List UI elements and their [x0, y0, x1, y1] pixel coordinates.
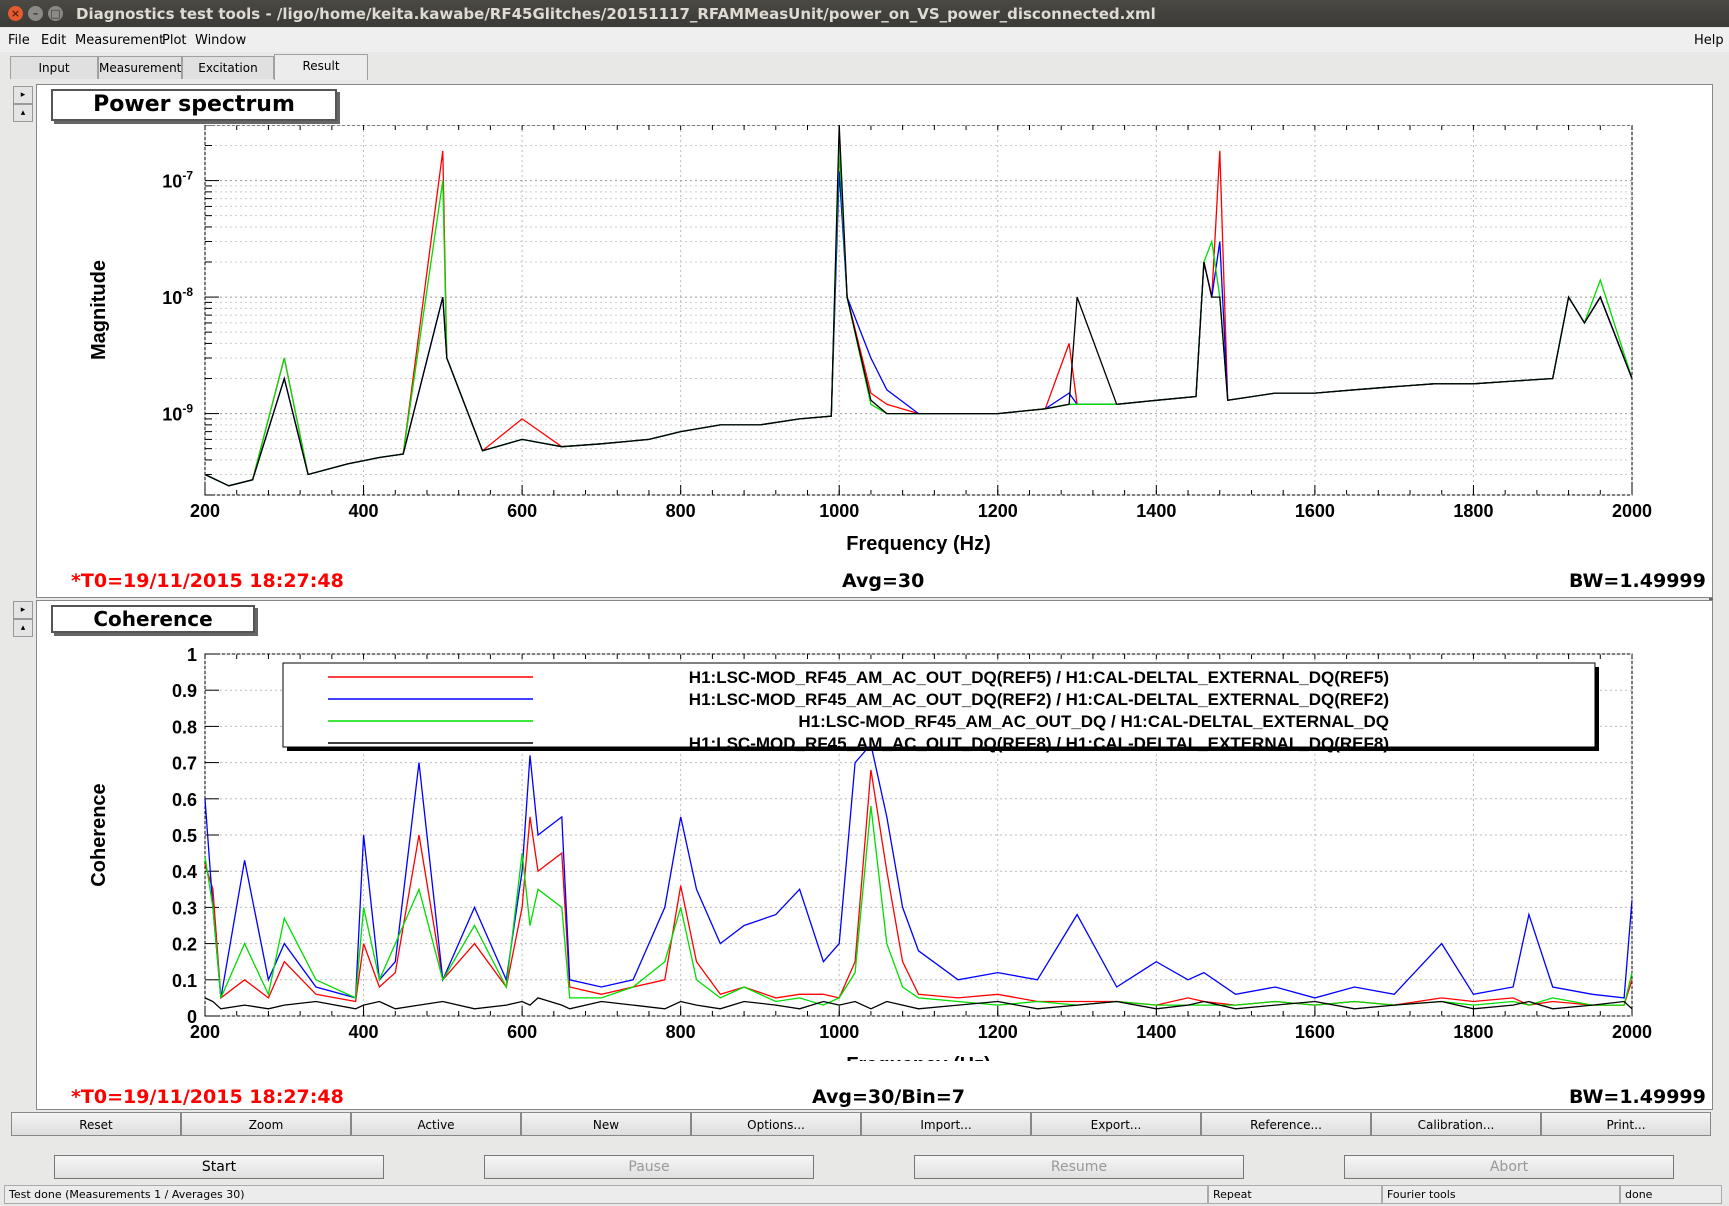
- legend-entry: H1:LSC-MOD_RF45_AM_AC_OUT_DQ(REF2) / H1:…: [689, 690, 1389, 709]
- pause-button[interactable]: Pause: [484, 1155, 814, 1179]
- legend-entry: H1:LSC-MOD_RF45_AM_AC_OUT_DQ / H1:CAL-DE…: [798, 712, 1389, 731]
- t0-label: *T0=19/11/2015 18:27:48: [71, 570, 344, 592]
- panel-title: Power spectrum: [51, 89, 337, 121]
- legend-entry: H1:LSC-MOD_RF45_AM_AC_OUT_DQ(REF5) / H1:…: [689, 668, 1389, 687]
- options-button[interactable]: Options...: [691, 1112, 861, 1136]
- collapse-arrow-icon[interactable]: ▴: [13, 619, 33, 637]
- y-tick-label: 10-8: [162, 285, 193, 308]
- collapse-arrow-icon[interactable]: ▴: [13, 104, 33, 122]
- new-button[interactable]: New: [521, 1112, 691, 1136]
- maximize-window-icon[interactable]: □: [48, 6, 63, 21]
- tab-measurement[interactable]: Measurement: [98, 56, 182, 79]
- x-tick-label: 200: [190, 501, 220, 521]
- menu-plot[interactable]: Plot: [162, 33, 187, 48]
- active-button[interactable]: Active: [351, 1112, 521, 1136]
- expand-arrow-icon[interactable]: ▸: [13, 86, 33, 104]
- x-tick-label: 1800: [1453, 501, 1493, 521]
- minimize-window-icon[interactable]: –: [28, 6, 43, 21]
- y-axis-label: Coherence: [88, 783, 110, 886]
- power-spectrum-panel: Power spectrum 200 400 600 800 1000 1200 1400 1…: [36, 84, 1713, 598]
- status-message: Test done (Measurements 1 / Averages 30): [4, 1185, 1208, 1204]
- reference-button[interactable]: Reference...: [1201, 1112, 1371, 1136]
- y-tick-label: 0.2: [172, 935, 197, 955]
- x-axis-label: Frequency (Hz): [846, 1054, 990, 1061]
- y-tick-label: 10-7: [162, 169, 193, 192]
- x-tick-label: 1000: [819, 501, 859, 521]
- status-state: done: [1620, 1185, 1722, 1204]
- status-repeat: Repeat: [1208, 1185, 1382, 1204]
- power-spectrum-chart[interactable]: 200 400 600 800 1000 1200 1400 1600 1800 2000 10-7…: [37, 125, 1712, 645]
- menu-window[interactable]: Window: [195, 33, 246, 48]
- x-tick-label: 1200: [978, 501, 1018, 521]
- x-tick-label: 1400: [1136, 501, 1176, 521]
- tab-input[interactable]: Input: [10, 56, 98, 79]
- y-tick-label: 0.3: [172, 898, 197, 918]
- bw-label: BW=1.49999: [1569, 570, 1706, 592]
- x-tick-label: 800: [666, 501, 696, 521]
- export-button[interactable]: Export...: [1031, 1112, 1201, 1136]
- x-tick-label: 2000: [1612, 1022, 1652, 1042]
- x-tick-label: 600: [507, 1022, 537, 1042]
- x-axis-label: Frequency (Hz): [846, 533, 990, 555]
- y-tick-label: 0.5: [172, 826, 197, 846]
- status-tools: Fourier tools: [1382, 1185, 1620, 1204]
- x-tick-label: 800: [666, 1022, 696, 1042]
- menu-file[interactable]: File: [8, 33, 30, 48]
- plot-frame: [204, 125, 1633, 496]
- x-tick-label: 600: [507, 501, 537, 521]
- print-button[interactable]: Print...: [1541, 1112, 1711, 1136]
- y-tick-label: 0.1: [172, 971, 197, 991]
- expand-arrow-icon[interactable]: ▸: [13, 601, 33, 619]
- x-tick-label: 1600: [1295, 501, 1335, 521]
- x-tick-label: 1800: [1453, 1022, 1493, 1042]
- coherence-panel: Coherence 200 400 600 800 1000 1200 1400 1600 18…: [36, 600, 1713, 1110]
- import-button[interactable]: Import...: [861, 1112, 1031, 1136]
- close-window-icon[interactable]: ×: [8, 6, 23, 21]
- menu-bar: File Edit Measurement Plot Window Help: [0, 28, 1729, 52]
- y-tick-label: 0.4: [172, 862, 197, 882]
- y-tick-label: 1: [187, 645, 197, 665]
- window-title: Diagnostics test tools - /ligo/home/keit…: [76, 5, 1156, 23]
- x-tick-label: 1200: [978, 1022, 1018, 1042]
- tab-bar: Input Measurement Excitation Result: [0, 54, 1729, 80]
- y-tick-label: 0: [187, 1007, 197, 1027]
- resume-button[interactable]: Resume: [914, 1155, 1244, 1179]
- start-button[interactable]: Start: [54, 1155, 384, 1179]
- y-tick-label: 0.6: [172, 790, 197, 810]
- tab-excitation[interactable]: Excitation: [182, 56, 274, 79]
- y-tick-label: 0.8: [172, 717, 197, 737]
- menu-edit[interactable]: Edit: [41, 33, 66, 48]
- reset-button[interactable]: Reset: [11, 1112, 181, 1136]
- zoom-button[interactable]: Zoom: [181, 1112, 351, 1136]
- legend-entry: H1:LSC-MOD_RF45_AM_AC_OUT_DQ(REF8) / H1:…: [689, 734, 1389, 753]
- avg-label: Avg=30/Bin=7: [812, 1086, 965, 1108]
- x-tick-label: 1000: [819, 1022, 859, 1042]
- plot-controls: Reset Zoom Active New Options... Import.…: [8, 1112, 1721, 1138]
- x-tick-label: 2000: [1612, 501, 1652, 521]
- t0-label: *T0=19/11/2015 18:27:48: [71, 1086, 344, 1108]
- x-tick-label: 400: [349, 1022, 379, 1042]
- x-tick-label: 1600: [1295, 1022, 1335, 1042]
- y-tick-label: 0.7: [172, 754, 197, 774]
- calibration-button[interactable]: Calibration...: [1371, 1112, 1541, 1136]
- coherence-chart[interactable]: 200 400 600 800 1000 1200 1400 1600 1800 200000.1…: [37, 641, 1712, 1061]
- abort-button[interactable]: Abort: [1344, 1155, 1674, 1179]
- panel-title: Coherence: [51, 605, 255, 633]
- y-axis-label: Magnitude: [88, 260, 110, 360]
- y-tick-label: 0.9: [172, 681, 197, 701]
- menu-measurement[interactable]: Measurement: [75, 33, 164, 48]
- tab-result[interactable]: Result: [274, 54, 368, 80]
- bw-label: BW=1.49999: [1569, 1086, 1706, 1108]
- menu-help[interactable]: Help: [1694, 33, 1724, 48]
- y-tick-label: 10-9: [162, 402, 193, 425]
- avg-label: Avg=30: [842, 570, 925, 592]
- title-bar: × – □ Diagnostics test tools - /ligo/hom…: [0, 0, 1729, 27]
- x-tick-label: 1400: [1136, 1022, 1176, 1042]
- x-tick-label: 400: [349, 501, 379, 521]
